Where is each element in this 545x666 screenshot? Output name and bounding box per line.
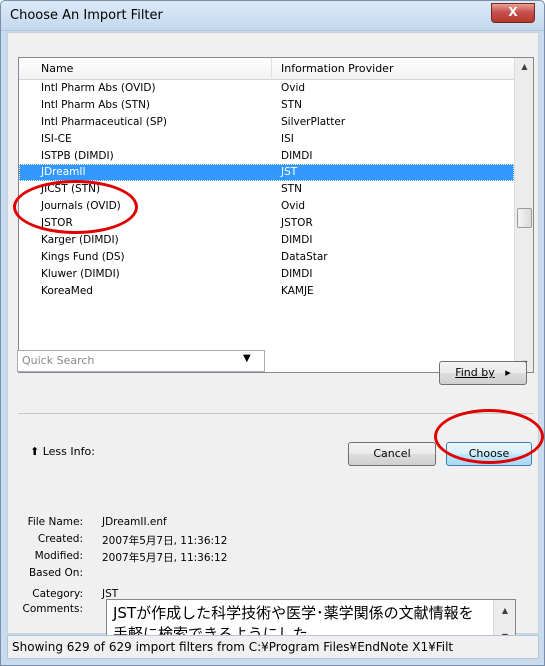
- scroll-up-icon[interactable]: ▲: [515, 58, 533, 75]
- quick-search-input[interactable]: Quick Search: [22, 354, 94, 367]
- filter-provider: Ovid: [281, 200, 306, 213]
- scroll-thumb[interactable]: [517, 208, 532, 228]
- list-item[interactable]: Kings Fund (DS) DataStar: [19, 249, 514, 266]
- filter-provider: Ovid: [281, 82, 306, 94]
- filter-provider: DIMDI: [281, 234, 313, 247]
- comments-label: Comments:: [22, 603, 83, 615]
- filter-provider: ISI: [281, 132, 294, 145]
- modified-label: Modified:: [34, 550, 83, 562]
- list-item[interactable]: Kluwer (DIMDI) DIMDI: [19, 266, 514, 283]
- list-header: Name Information Provider: [19, 58, 514, 80]
- column-divider: [271, 58, 272, 80]
- filter-name: JICST (STN): [41, 183, 101, 196]
- less-info-label: Less Info:: [42, 445, 95, 458]
- arrow-right-icon: ▸: [498, 366, 511, 379]
- filter-name: Intl Pharmaceutical (SP): [41, 115, 167, 128]
- dropdown-arrow-icon[interactable]: ▼: [243, 353, 251, 364]
- filter-provider: STN: [281, 98, 302, 111]
- list-item[interactable]: Intl Pharm Abs (OVID) Ovid: [19, 80, 514, 97]
- list-item[interactable]: JSTOR JSTOR: [19, 215, 514, 232]
- window-title: Choose An Import Filter: [10, 8, 163, 23]
- list-item[interactable]: KoreaMed KAMJE: [19, 283, 514, 300]
- less-info-toggle[interactable]: ⬆ Less Info:: [30, 445, 95, 458]
- filter-provider: JSTOR: [281, 217, 313, 230]
- up-arrow-icon: ⬆: [30, 445, 40, 458]
- category-label: Category:: [32, 588, 83, 600]
- file-name-label: File Name:: [27, 516, 83, 528]
- filter-provider: KAMJE: [281, 284, 314, 297]
- filter-provider: JST: [281, 166, 298, 179]
- list-rows: Intl Pharm Abs (OVID) Ovid Intl Pharm Abs …: [19, 80, 514, 300]
- column-header-provider[interactable]: Information Provider: [281, 62, 393, 75]
- file-name-value: JDreamII.enf: [102, 516, 167, 528]
- list-item[interactable]: Journals (OVID) Ovid: [19, 198, 514, 215]
- list-item[interactable]: JDreamII JST: [19, 164, 514, 182]
- cancel-button[interactable]: Cancel: [348, 442, 436, 466]
- status-text: Showing 629 of 629 import filters from C…: [12, 640, 454, 654]
- filter-list[interactable]: Name Information Provider Intl Pharm Abs…: [18, 57, 534, 373]
- find-by-label: Find by: [455, 366, 495, 379]
- filter-name: Intl Pharm Abs (OVID): [41, 82, 156, 94]
- filter-name: JSTOR: [41, 217, 73, 230]
- list-item[interactable]: Intl Pharm Abs (STN) STN: [19, 97, 514, 114]
- list-item[interactable]: ISI-CE ISI: [19, 131, 514, 148]
- list-item[interactable]: JICST (STN) STN: [19, 181, 514, 198]
- filter-name: JDreamII: [41, 166, 86, 179]
- comments-scroll-up-icon[interactable]: ▲: [494, 602, 515, 619]
- filter-name: Karger (DIMDI): [41, 234, 119, 247]
- filter-name: KoreaMed: [41, 284, 93, 297]
- filter-provider: DIMDI: [281, 149, 313, 162]
- filter-provider: SilverPlatter: [281, 115, 346, 128]
- based-on-label: Based On:: [28, 567, 83, 579]
- list-scrollbar[interactable]: ▲ ▼: [514, 58, 533, 372]
- filter-name: Intl Pharm Abs (STN): [41, 98, 151, 111]
- status-bar: Showing 629 of 629 import filters from C…: [7, 635, 539, 659]
- created-label: Created:: [37, 533, 83, 545]
- find-by-button[interactable]: Find by ▸: [439, 361, 527, 385]
- filter-name: Journals (OVID): [41, 200, 121, 213]
- dialog-body: Name Information Provider Intl Pharm Abs…: [7, 32, 539, 648]
- list-item[interactable]: ISTPB (DIMDI) DIMDI: [19, 148, 514, 165]
- title-bar: Choose An Import Filter X: [1, 1, 544, 31]
- column-header-name[interactable]: Name: [41, 62, 73, 75]
- list-item[interactable]: Karger (DIMDI) DIMDI: [19, 232, 514, 249]
- filter-provider: STN: [281, 183, 302, 196]
- close-button[interactable]: X: [491, 3, 535, 23]
- filter-name: ISI-CE: [41, 132, 72, 145]
- choose-button[interactable]: Choose: [446, 442, 532, 466]
- list-item[interactable]: Intl Pharmaceutical (SP) SilverPlatter: [19, 114, 514, 131]
- filter-provider: DataStar: [281, 250, 328, 263]
- filter-name: Kings Fund (DS): [41, 250, 125, 263]
- divider: [18, 413, 534, 414]
- created-value: 2007年5月7日, 11:36:12: [102, 535, 228, 547]
- filter-provider: DIMDI: [281, 267, 313, 280]
- filter-name: ISTPB (DIMDI): [41, 149, 114, 162]
- import-filter-dialog: Choose An Import Filter X Name Informati…: [0, 0, 545, 666]
- quick-search-combobox[interactable]: Quick Search ▼: [17, 350, 265, 372]
- modified-value: 2007年5月7日, 11:36:12: [102, 552, 228, 564]
- filter-name: Kluwer (DIMDI): [41, 267, 120, 280]
